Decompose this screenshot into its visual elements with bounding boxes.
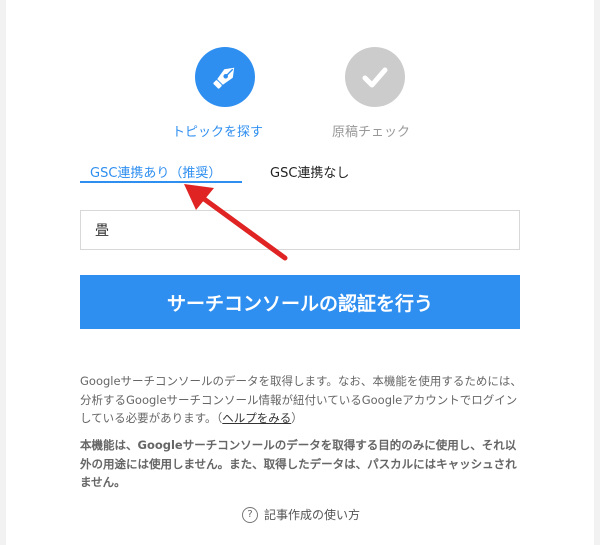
question-circle-icon: ? (242, 506, 258, 523)
checkmark-icon (362, 67, 388, 88)
search-console-auth-button[interactable]: サーチコンソールの認証を行う (80, 275, 520, 329)
help-link[interactable]: ヘルプをみる (222, 411, 291, 425)
step-check-circle[interactable] (345, 47, 405, 107)
howto-link[interactable]: ? 記事作成の使い方 (242, 506, 360, 523)
fountain-pen-icon (213, 67, 235, 89)
description-end: ） (291, 411, 303, 425)
main-panel: トピックを探す 原稿チェック GSC連携あり（推奨） GSC連携なし 畳 サーチ… (6, 0, 594, 545)
tab-gsc-linked[interactable]: GSC連携あり（推奨） (90, 162, 221, 181)
keyword-input-value: 畳 (95, 223, 109, 239)
description-text: Googleサーチコンソールのデータを取得します。なお、本機能を使用するためには… (80, 372, 526, 428)
howto-label: 記事作成の使い方 (264, 508, 361, 522)
tab-gsc-unlinked[interactable]: GSC連携なし (270, 162, 349, 181)
step-check-label: 原稿チェック (332, 125, 411, 140)
privacy-notice: 本機能は、Googleサーチコンソールのデータを取得する目的のみに使用し、それ以… (80, 438, 517, 489)
step-topic-label: トピックを探す (172, 125, 264, 140)
step-topic-circle[interactable] (195, 47, 255, 107)
keyword-input[interactable]: 畳 (80, 210, 520, 250)
active-tab-underline (80, 181, 242, 183)
